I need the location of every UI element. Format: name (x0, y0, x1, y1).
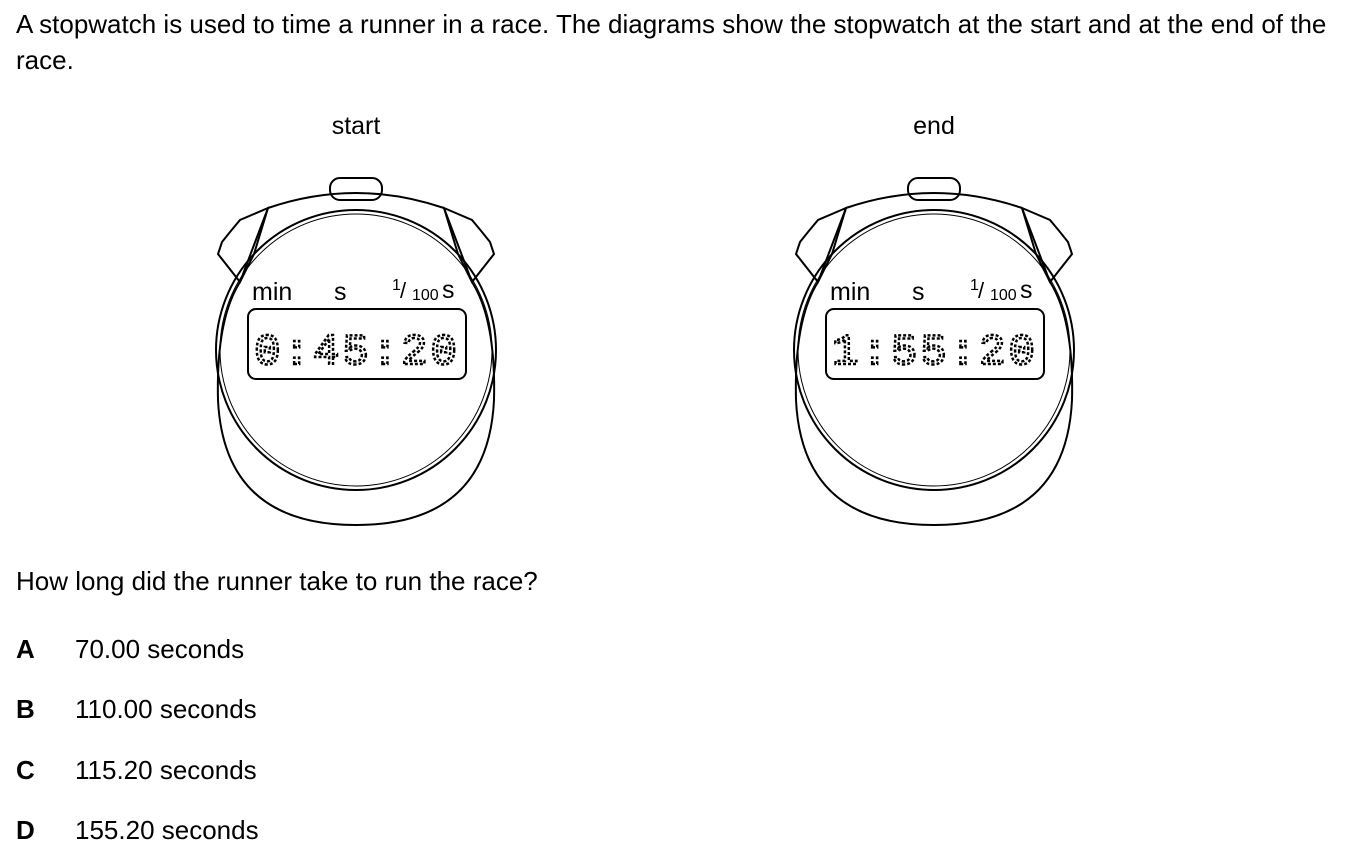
right-button-icon (1020, 206, 1074, 284)
option-text: 70.00 seconds (75, 634, 245, 664)
option-text: 110.00 seconds (75, 694, 257, 724)
option-letter: A (16, 634, 35, 664)
unit-hundredths-slash: / (978, 278, 985, 303)
question-intro: A stopwatch is used to time a runner in … (16, 9, 1327, 75)
stopwatch-end: min s 1 / 100 s 1:55:20 (784, 170, 1084, 540)
left-button-icon (216, 206, 270, 284)
unit-hundredths-s: s (1020, 276, 1033, 304)
caption-end: end (913, 112, 955, 140)
option-text: 155.20 seconds (75, 815, 259, 845)
unit-min-label: min (830, 278, 870, 306)
unit-hundredths-den: 100 (990, 287, 1017, 304)
option-text: 115.20 seconds (75, 755, 257, 785)
unit-hundredths-den: 100 (412, 287, 439, 304)
unit-s-label: s (334, 278, 347, 306)
stopwatch-start: min s 1 / 100 s 0:45:20 (206, 170, 506, 540)
caption-start: start (331, 112, 381, 140)
question-text: How long did the runner take to run the … (16, 566, 538, 596)
option-letter: C (16, 755, 35, 785)
option-letter: D (16, 815, 35, 845)
stopwatch-end-drawing: min s 1 / 100 s 1:55:20 (793, 177, 1075, 527)
stopwatch-start-drawing: min s 1 / 100 s 0:45:20 (215, 177, 497, 527)
option-letter: B (16, 694, 35, 724)
lcd-readout: 0:45:20 (254, 328, 460, 378)
left-button-icon (794, 206, 848, 284)
top-button-icon (907, 177, 961, 201)
right-button-icon (442, 206, 496, 284)
unit-hundredths-s: s (442, 276, 455, 304)
lcd-readout: 1:55:20 (832, 328, 1038, 378)
top-button-icon (329, 177, 383, 201)
unit-hundredths-slash: / (400, 278, 407, 303)
unit-min-label: min (252, 278, 292, 306)
unit-s-label: s (912, 278, 925, 306)
